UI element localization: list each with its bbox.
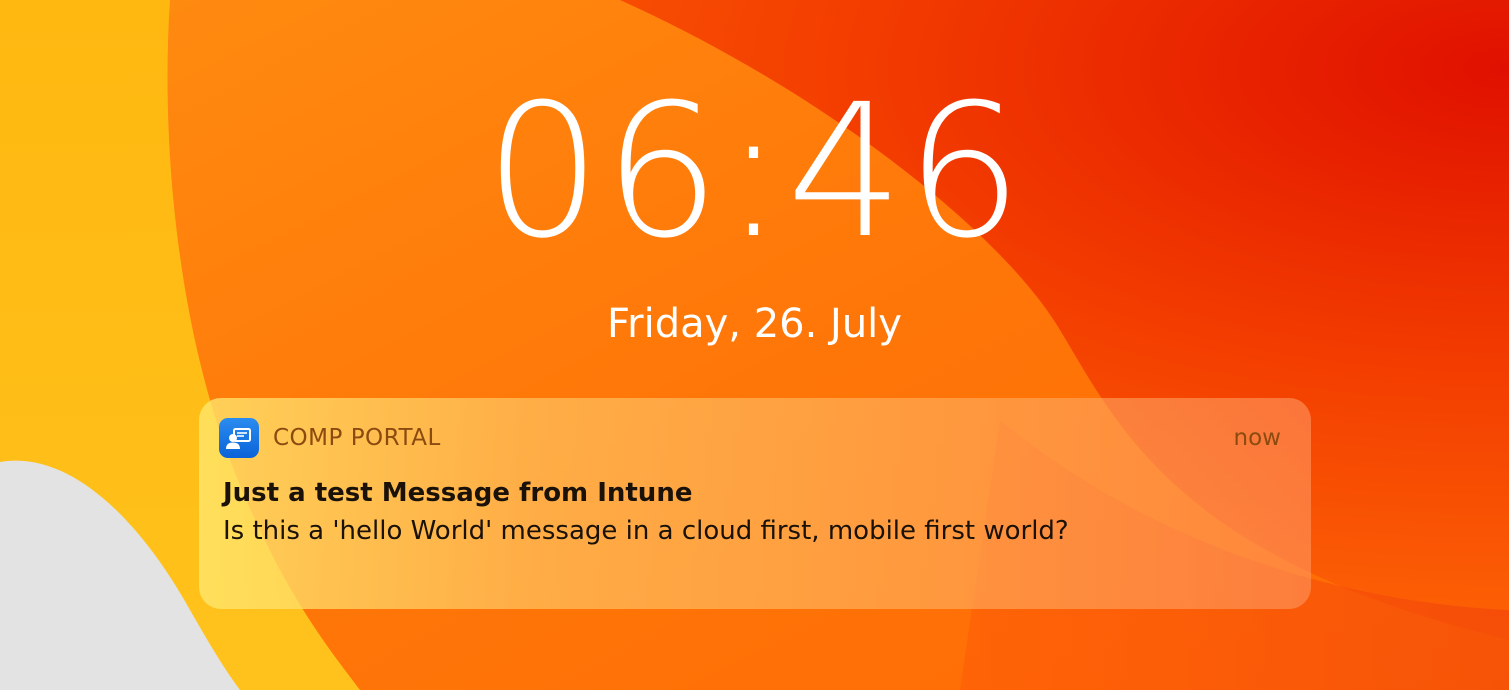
notification-title: Just a test Message from Intune xyxy=(223,478,693,508)
notification-app-name: COMP PORTAL xyxy=(273,425,441,451)
notification-timestamp: now xyxy=(1233,425,1281,451)
notification-body: Is this a 'hello World' message in a clo… xyxy=(223,516,1069,546)
lockscreen-clock: 06:46 xyxy=(484,65,1025,279)
company-portal-glyph xyxy=(226,428,251,449)
notification-card[interactable]: COMP PORTAL now Just a test Message from… xyxy=(199,398,1311,609)
company-portal-icon xyxy=(219,418,259,458)
lockscreen-date: Friday, 26. July xyxy=(607,301,902,347)
